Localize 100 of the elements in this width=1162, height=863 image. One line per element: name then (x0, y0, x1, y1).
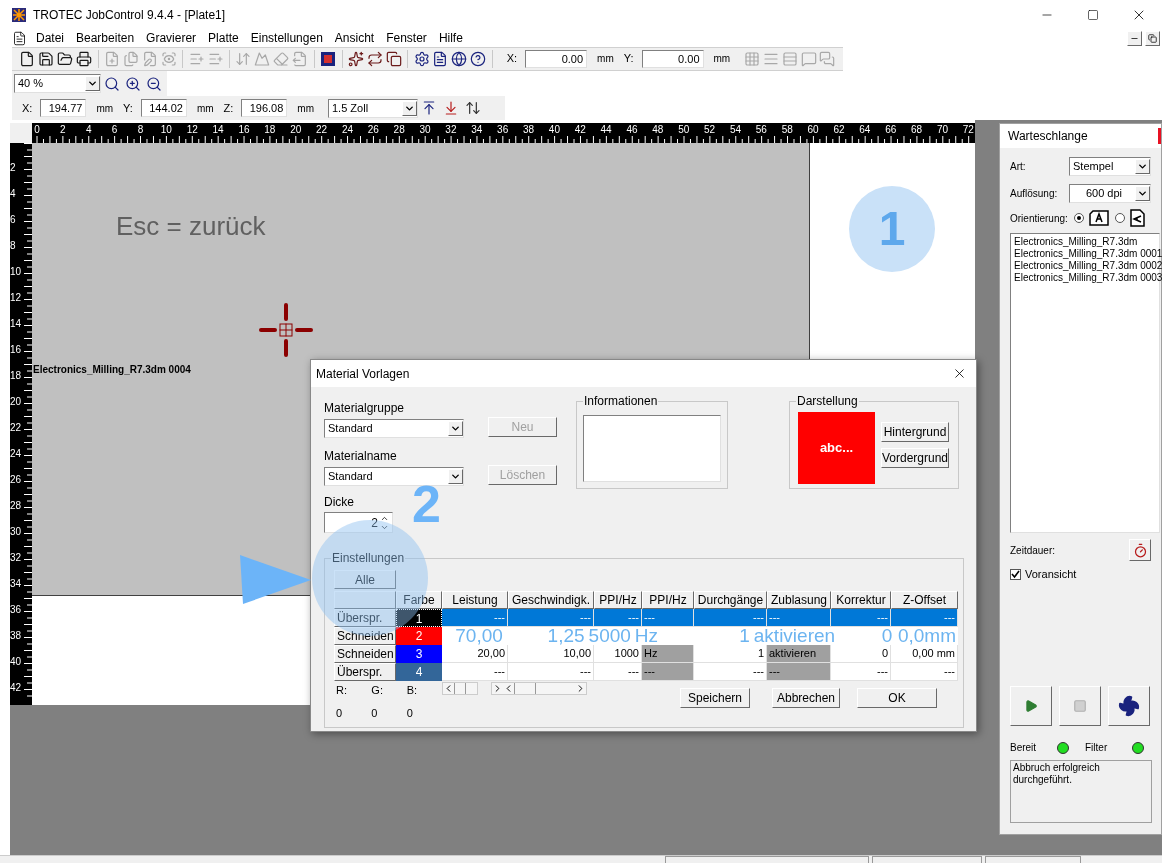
ruler-label: 20 (290, 124, 302, 136)
unit-label: mm (597, 52, 614, 66)
column-header: Korrektur (831, 591, 891, 609)
ruler-label: 64 (859, 124, 871, 136)
job-item[interactable]: Electronics_Milling_R7.3dm (1014, 236, 1159, 248)
ruler-label: 70 (936, 124, 948, 136)
table-row[interactable]: Überspr. 1 --- --- --- --- --- --- --- --- (334, 609, 958, 627)
ruler-label: 28 (10, 500, 22, 512)
timer-button[interactable] (1129, 539, 1151, 561)
radio-button[interactable] (1114, 213, 1125, 223)
scroll-thumb[interactable] (454, 683, 466, 694)
field-label: Zeitdauer: (1010, 543, 1056, 558)
color-swatch[interactable]: 3 (396, 645, 442, 663)
coordinate-field[interactable]: 144.02 (140, 99, 187, 117)
group-title: Darstellung (796, 394, 859, 408)
ruler-label: 6 (111, 124, 118, 136)
column-header: PPI/Hz (642, 591, 694, 609)
table-cell: aktivieren (767, 645, 831, 663)
checkbox[interactable] (1010, 568, 1021, 580)
radio-button[interactable] (1073, 213, 1084, 223)
type-dropdown[interactable]: Stempel (1069, 156, 1151, 176)
ruler-label: 20 (10, 396, 22, 408)
mode-button[interactable]: Schneiden (334, 645, 396, 663)
ruler-label: 62 (833, 124, 845, 136)
table-row[interactable]: Schneiden 2 70,00 1,25 5000 Hz 1 aktivieren 0 0,0mm (334, 627, 958, 645)
ruler-label: 2 (10, 162, 16, 174)
menu-item[interactable]: Datei (36, 29, 64, 47)
restore-icon[interactable] (1145, 30, 1160, 46)
rgb-value: 0 (406, 705, 414, 721)
scroll-thumb[interactable] (514, 683, 536, 694)
table-header-cell (334, 591, 396, 609)
field-label: Materialgruppe (324, 400, 406, 415)
mode-button[interactable]: Überspr. (334, 609, 396, 627)
mode-button[interactable]: Überspr. (334, 663, 396, 681)
zoom-dropdown[interactable]: 40 % (14, 74, 102, 93)
coordinate-field[interactable]: 194.77 (40, 99, 87, 117)
ruler-label: 18 (264, 124, 276, 136)
ruler-label: 12 (186, 124, 198, 136)
table-cell-text: 0 (880, 627, 894, 645)
window-title: TROTEC JobControl 9.4.4 - [Plate1] (33, 7, 226, 24)
color-swatch[interactable]: 2 (396, 627, 442, 645)
ruler-label: 26 (10, 474, 22, 486)
field-label: Y: (623, 51, 634, 67)
ruler-label: 58 (781, 124, 793, 136)
ruler-label: 12 (10, 292, 22, 304)
minimize-icon[interactable] (1127, 30, 1142, 46)
menu-item[interactable]: Platte (208, 29, 239, 47)
ruler-label: 50 (678, 124, 690, 136)
mode-button[interactable]: Schneiden (334, 627, 396, 645)
menu-item[interactable]: Gravierer (146, 29, 197, 47)
foreground-button[interactable]: Vordergrund (881, 448, 949, 468)
menu-item[interactable]: Einstellungen (250, 29, 323, 47)
info-text-area[interactable] (583, 415, 721, 482)
ruler-label: 40 (548, 124, 560, 136)
material-name-dropdown[interactable]: Standard (324, 467, 464, 486)
cancel-button[interactable]: Abbrechen (772, 688, 840, 708)
coordinate-field[interactable]: 196.08 (241, 99, 288, 117)
dialog-title: Material Vorlagen (316, 365, 410, 383)
coordinate-field[interactable]: 0.00 (525, 49, 588, 68)
menu-item[interactable]: Bearbeiten (76, 29, 135, 47)
rgb-label: B: (406, 683, 419, 698)
ruler-label: 32 (10, 552, 22, 564)
menu-item[interactable]: Ansicht (334, 29, 375, 47)
coordinate-field[interactable]: 0.00 (641, 49, 704, 68)
color-swatch[interactable]: 1 (396, 609, 442, 627)
save-button[interactable]: Speichern (680, 688, 750, 708)
background-button[interactable]: Hintergrund (881, 422, 949, 442)
field-label: X: (506, 51, 518, 67)
column-header: Geschwindigk. (508, 591, 594, 609)
fan-button[interactable] (1108, 685, 1150, 726)
rgb-value: 0 (336, 705, 344, 721)
ruler-label: 8 (10, 240, 16, 252)
ruler-label: 6 (10, 214, 16, 226)
all-button[interactable]: Alle (334, 570, 396, 589)
material-group-dropdown[interactable]: Standard (324, 419, 464, 438)
menu-item[interactable]: Hilfe (438, 29, 463, 47)
message-box: Abbruch erfolgreich durchgeführt. (1010, 759, 1152, 823)
canvas-hint: Esc = zurück (116, 210, 266, 243)
ruler-label: 16 (238, 124, 250, 136)
ruler-label: 40 (10, 656, 22, 668)
ruler-label: 34 (10, 578, 22, 590)
menu-item[interactable]: Fenster (386, 29, 427, 47)
close-icon[interactable] (952, 366, 967, 381)
scrollbar[interactable] (442, 682, 478, 695)
stop-icon (1073, 698, 1087, 713)
table-cell: --- (508, 663, 594, 681)
lens-dropdown[interactable]: 1.5 Zoll (328, 98, 418, 118)
ruler-label: 38 (522, 124, 535, 136)
table-cell-text: Hz (633, 627, 660, 645)
resolution-dropdown[interactable]: 600 dpi (1069, 183, 1151, 203)
play-button[interactable] (1010, 685, 1052, 726)
color-swatch[interactable]: 4 (396, 663, 442, 681)
scrollbar[interactable] (491, 682, 587, 695)
ok-button[interactable]: OK (857, 688, 937, 708)
field-label: Auflösung: (1010, 186, 1059, 201)
ruler-label: 52 (704, 124, 716, 136)
thickness-spinner[interactable]: 2 (324, 512, 393, 533)
field-label: Y: (123, 100, 133, 116)
job-list[interactable]: Electronics_Milling_R7.3dm Electronics_Milling_R7.3dm 0001 Electronics_Milling_R7.3dm 0002 Electronics_Milling_R7.3dm 0003 (1010, 233, 1160, 533)
ruler-label: 72 (962, 124, 974, 136)
